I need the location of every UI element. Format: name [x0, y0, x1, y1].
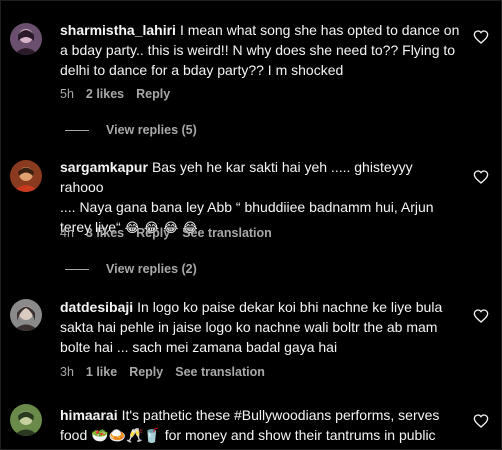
avatar[interactable]: [10, 160, 42, 192]
comment-username[interactable]: datdesibaji: [60, 299, 133, 315]
like-heart-icon[interactable]: [473, 308, 489, 324]
avatar[interactable]: [10, 404, 42, 436]
comment-text-line: food 🥗🍛🥂🥤 for money and show their tantr…: [60, 427, 436, 443]
view-replies-button[interactable]: View replies (2): [65, 262, 197, 276]
comment-text-line: .... Naya gana bana ley Abb “ bhuddiiee …: [60, 199, 434, 215]
comment-timestamp: 3h: [60, 365, 74, 379]
comment-username[interactable]: sharmistha_lahiri: [60, 22, 176, 38]
comment-timestamp: 5h: [60, 87, 74, 101]
view-replies-button[interactable]: View replies (5): [65, 123, 197, 137]
reply-button[interactable]: Reply: [136, 226, 170, 240]
divider-line: [65, 129, 89, 131]
comment-text-line: sakta hai pehle in jaise logo ko nachne …: [60, 319, 438, 335]
likes-count-link[interactable]: 3 likes: [86, 226, 124, 240]
comments-panel: sharmistha_lahiri I mean what song she ha…: [0, 0, 502, 450]
like-heart-icon[interactable]: [473, 169, 489, 185]
comment-text-line: It's pathetic these #Bullywoodians perfo…: [121, 407, 440, 423]
see-translation-link[interactable]: See translation: [182, 226, 272, 240]
avatar[interactable]: [10, 23, 42, 55]
comment-text-line: I mean what song she has opted to dance …: [179, 22, 460, 38]
likes-count-link[interactable]: 2 likes: [86, 87, 124, 101]
comment-timestamp: 4h: [60, 226, 74, 240]
comment-text-line: delhi to dance for a bday party?? I m sh…: [60, 62, 344, 78]
like-heart-icon[interactable]: [473, 413, 489, 429]
comment-username[interactable]: himaarai: [60, 407, 118, 423]
avatar[interactable]: [10, 299, 42, 331]
comment-text-line: In logo ko paise dekar koi bhi nachne ke…: [137, 299, 443, 315]
like-heart-icon[interactable]: [473, 29, 489, 45]
likes-count-link[interactable]: 1 like: [86, 365, 117, 379]
see-translation-link[interactable]: See translation: [175, 365, 265, 379]
comment-text-line: bolte hai ... sach mei zamana badal gaya…: [60, 339, 338, 355]
divider-line: [65, 268, 89, 270]
reply-button[interactable]: Reply: [136, 87, 170, 101]
reply-button[interactable]: Reply: [129, 365, 163, 379]
view-replies-label: View replies (5): [106, 123, 197, 137]
view-replies-label: View replies (2): [106, 262, 197, 276]
comment-username[interactable]: sargamkapur: [60, 159, 148, 175]
comment-text-line: a bday party.. this is weird!! N why doe…: [60, 42, 456, 58]
